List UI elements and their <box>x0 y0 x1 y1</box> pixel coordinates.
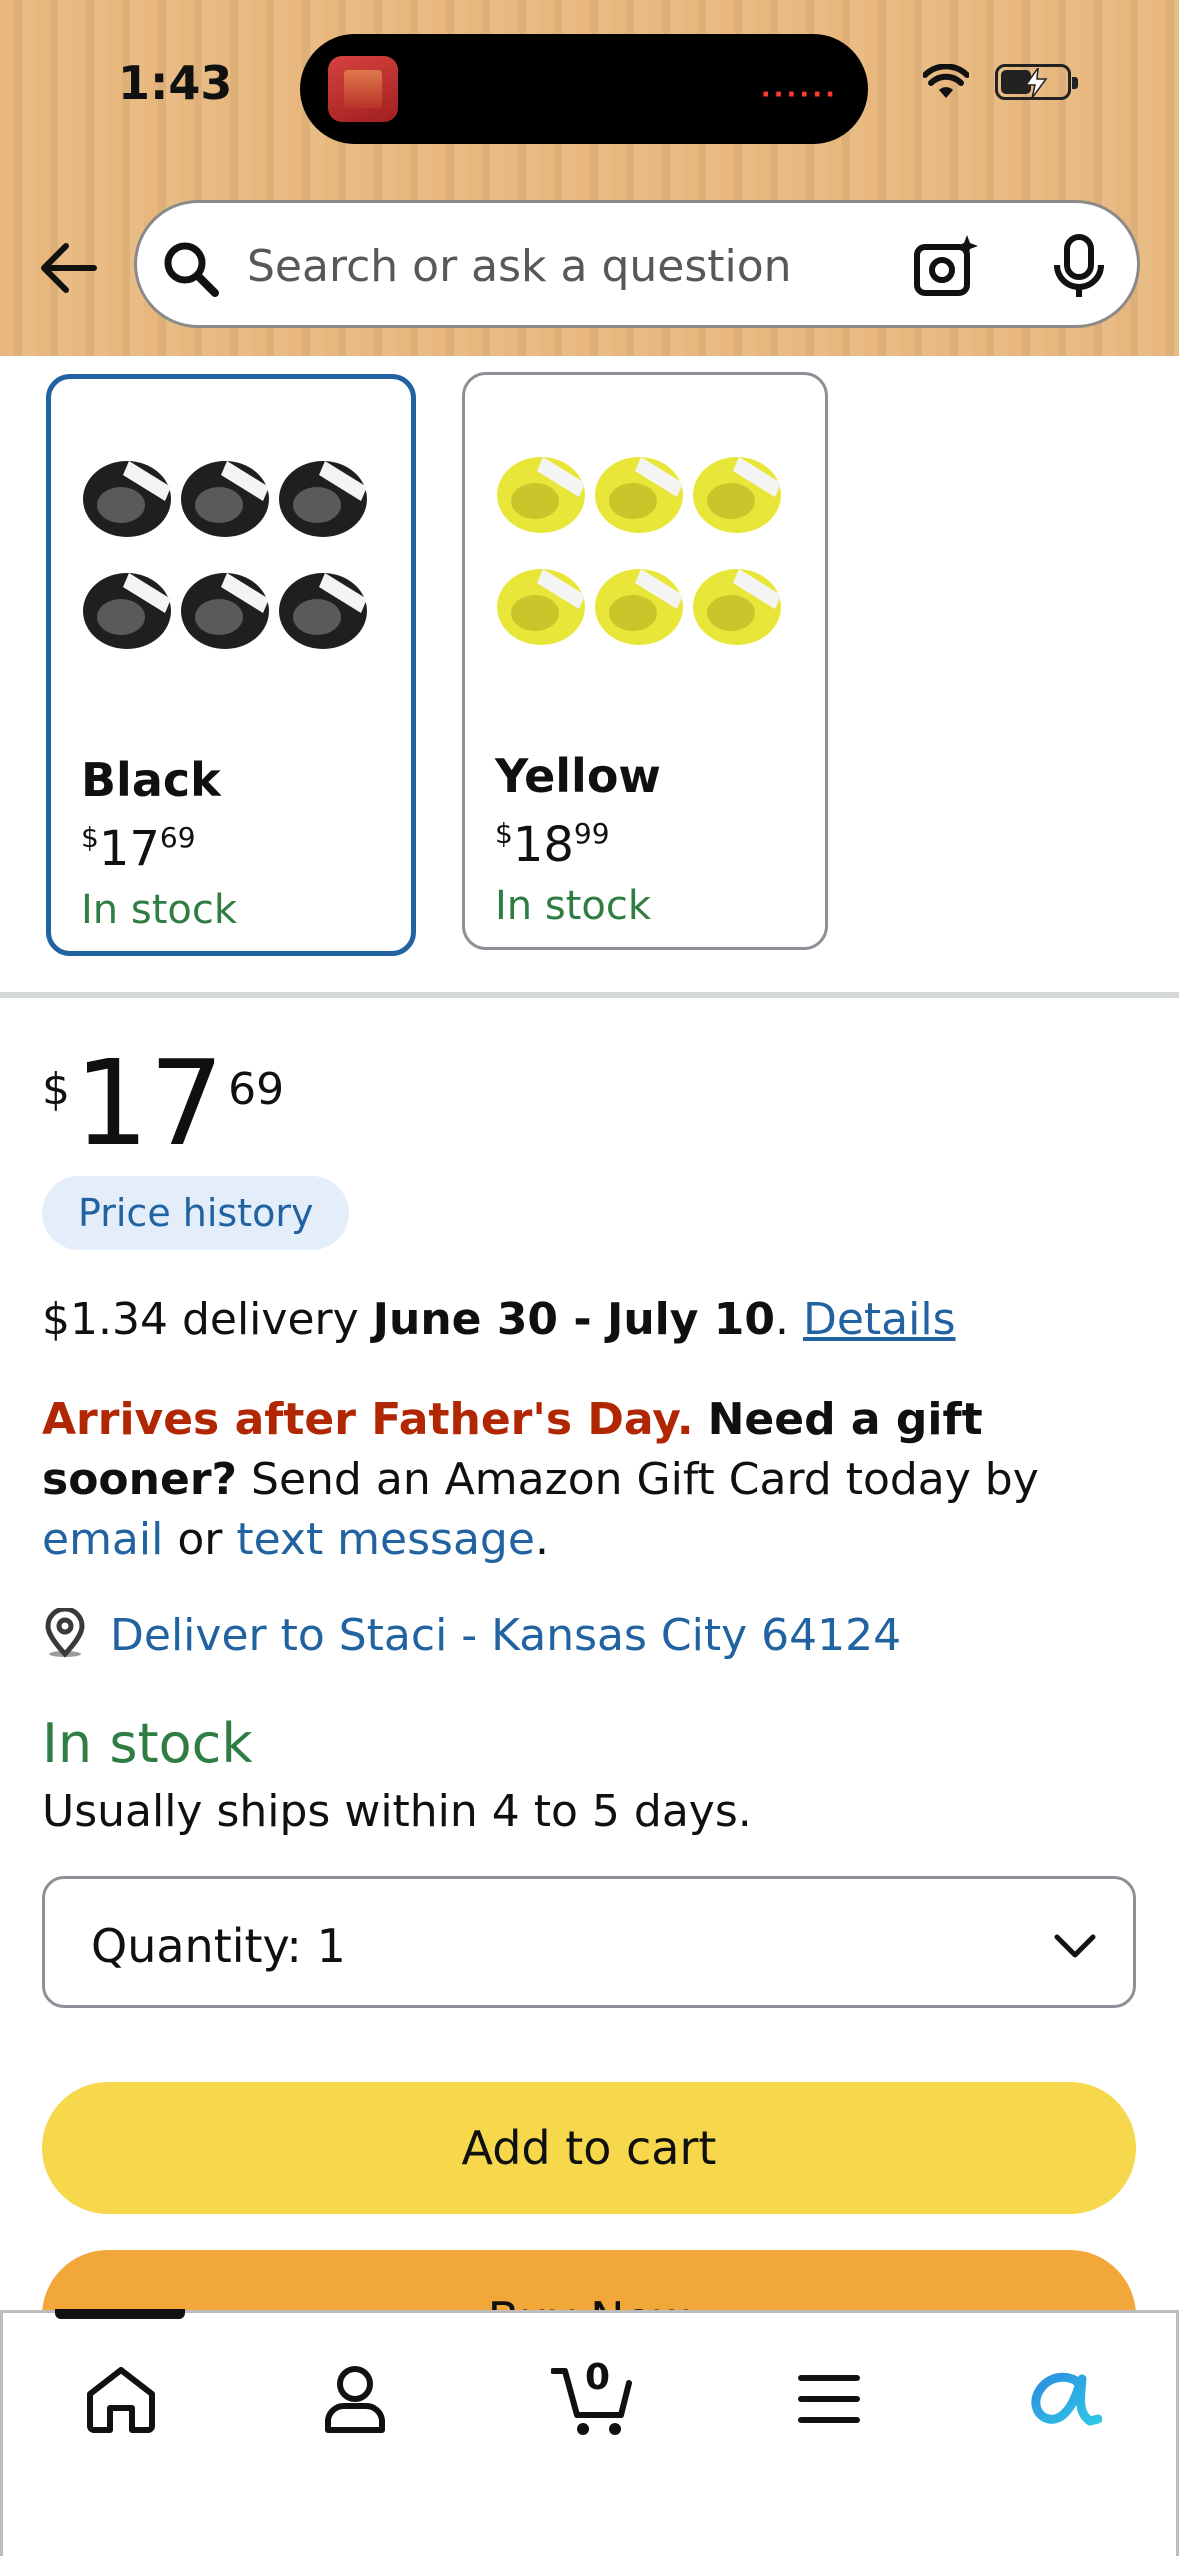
delivery-info: $1.34 delivery June 30 - July 10. Detail… <box>42 1294 956 1345</box>
add-to-cart-button[interactable]: Add to cart <box>42 2082 1136 2214</box>
dynamic-island: ······ <box>300 34 868 144</box>
variant-price: $1769 <box>81 821 196 877</box>
delivery-details-link[interactable]: Details <box>803 1294 956 1345</box>
audio-waveform-icon: ······ <box>760 80 838 110</box>
variant-name: Black <box>81 753 221 807</box>
cart-count-badge: 0 <box>585 2357 611 2398</box>
variant-selector: Black $1769 In stock Yellow $1899 In sto… <box>0 356 1179 996</box>
home-icon[interactable] <box>71 2349 171 2449</box>
status-icons <box>923 64 1078 100</box>
cart-icon[interactable]: 0 <box>543 2349 643 2449</box>
shipping-estimate: Usually ships within 4 to 5 days. <box>42 1786 752 1837</box>
app-header: 1:43 ······ <box>0 0 1179 356</box>
search-bar[interactable] <box>134 200 1140 328</box>
battery-icon <box>995 64 1078 100</box>
product-image-black <box>81 453 391 657</box>
product-price: $ 17 69 <box>42 1034 285 1172</box>
gift-notice: Arrives after Father's Day. Need a gift … <box>42 1394 1039 1565</box>
deliver-to-text: Deliver to Staci - Kansas City 64124 <box>110 1609 902 1661</box>
account-icon[interactable] <box>305 2349 405 2449</box>
status-time: 1:43 <box>118 56 233 110</box>
chevron-down-icon <box>1053 1923 1097 1971</box>
back-button[interactable] <box>36 236 100 300</box>
quantity-label: Quantity: <box>91 1919 302 1973</box>
price-history-button[interactable]: Price history <box>42 1176 350 1250</box>
camera-lens-icon[interactable] <box>913 233 979 303</box>
rufus-ai-icon[interactable] <box>1015 2349 1115 2449</box>
menu-icon[interactable] <box>779 2349 879 2449</box>
variant-option-yellow[interactable]: Yellow $1899 In stock <box>462 372 828 950</box>
text-message-gift-link[interactable]: text message <box>236 1514 535 1565</box>
section-divider <box>0 992 1179 998</box>
variant-price: $1899 <box>495 817 610 873</box>
location-pin-icon <box>42 1606 88 1662</box>
product-image-yellow <box>495 449 805 653</box>
microphone-icon[interactable] <box>1049 233 1109 303</box>
deliver-to-location[interactable]: Deliver to Staci - Kansas City 64124 <box>42 1606 902 1662</box>
quantity-selector[interactable]: Quantity: 1 <box>42 1876 1136 2008</box>
back-arrow-icon <box>41 243 97 293</box>
variant-stock-status: In stock <box>81 887 238 933</box>
now-playing-artwork <box>328 56 398 122</box>
availability-status: In stock <box>42 1712 253 1775</box>
email-gift-link[interactable]: email <box>42 1514 163 1565</box>
arrival-warning: Arrives after Father's Day. <box>42 1394 694 1445</box>
bottom-navigation-bar: 0 <box>0 2309 1179 2556</box>
search-input[interactable] <box>247 223 947 309</box>
active-tab-indicator <box>55 2309 185 2319</box>
search-icon <box>161 239 221 303</box>
quantity-value: 1 <box>316 1919 346 1973</box>
variant-stock-status: In stock <box>495 883 652 929</box>
wifi-icon <box>923 64 969 100</box>
variant-option-black[interactable]: Black $1769 In stock <box>46 374 416 956</box>
variant-name: Yellow <box>495 749 661 803</box>
